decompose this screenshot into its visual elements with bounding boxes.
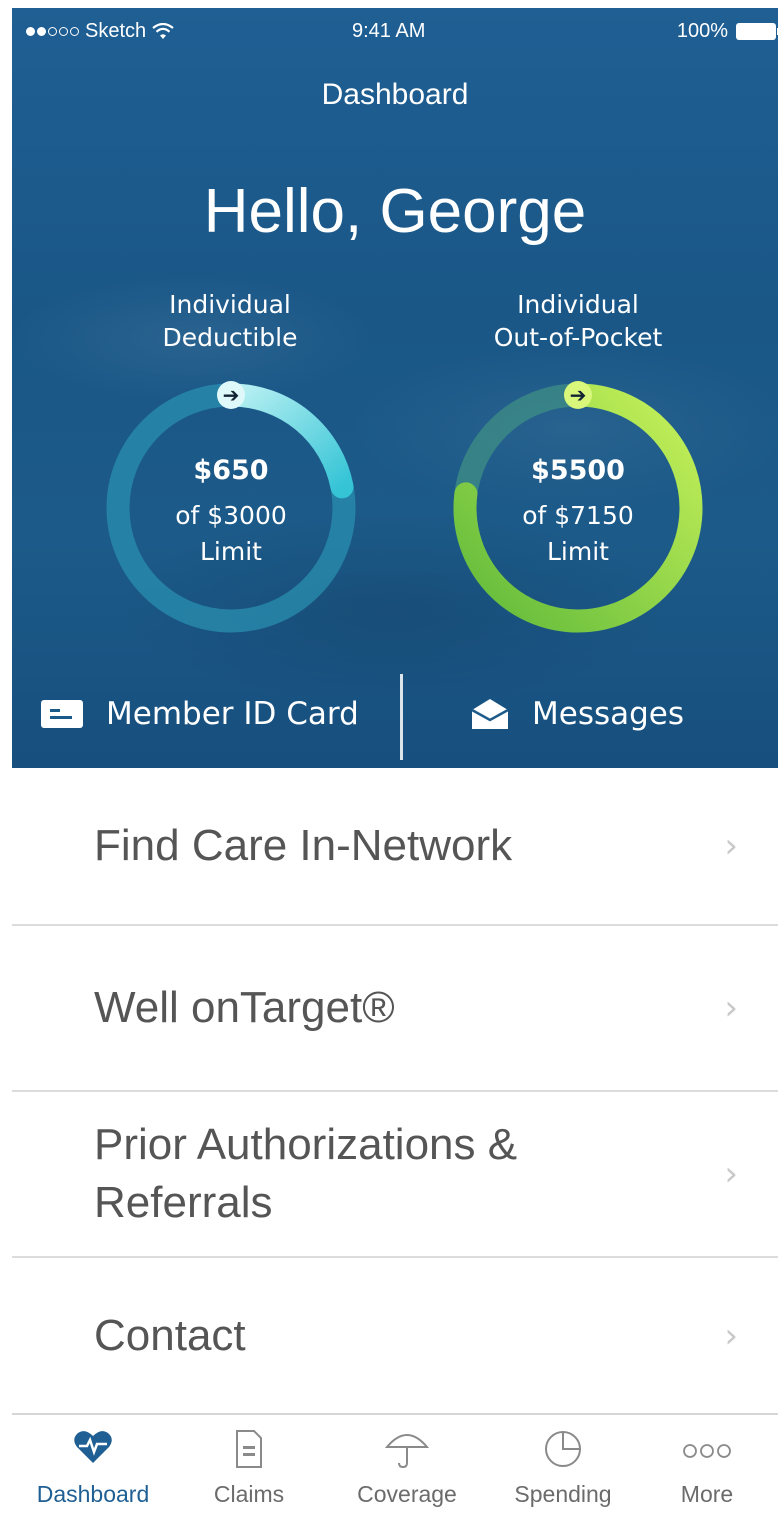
menu-item-label: Prior Authorizations & Referrals — [94, 1116, 517, 1232]
oop-label-line1: Individual — [517, 290, 639, 319]
document-icon — [236, 1430, 262, 1468]
dashboard-menu: Find Care In-Network › Well onTarget® › … — [12, 768, 778, 1413]
menu-item-well-ontarget[interactable]: Well onTarget® › — [12, 926, 778, 1092]
arrow-right-icon: ➔ — [223, 383, 240, 407]
oop-of-limit: of $7150 — [522, 501, 634, 530]
tab-label: More — [680, 1481, 734, 1507]
umbrella-icon — [385, 1434, 429, 1469]
pie-chart-icon — [545, 1431, 581, 1467]
tab-dashboard[interactable]: Dashboard — [18, 1415, 168, 1517]
messages-button[interactable]: Messages — [470, 660, 684, 768]
deductible-gauge[interactable]: ➔ $650 of $3000 Limit — [96, 373, 366, 643]
wifi-icon — [152, 22, 174, 39]
tab-label: Claims — [213, 1481, 285, 1507]
oop-limit-word: Limit — [547, 537, 609, 566]
status-carrier: Sketch — [26, 20, 174, 43]
menu-item-contact[interactable]: Contact › — [12, 1258, 778, 1413]
dashboard-hero: Sketch 9:41 AM 100% Dashboard Hello, Geo… — [12, 8, 778, 768]
arrow-right-icon: ➔ — [570, 383, 587, 407]
status-bar: Sketch 9:41 AM 100% — [12, 8, 778, 56]
oop-label: Individual Out-of-Pocket — [448, 288, 708, 354]
more-dots-icon — [683, 1444, 731, 1458]
chevron-right-icon: › — [724, 1315, 738, 1356]
menu-item-label-line1: Prior Authorizations & — [94, 1120, 518, 1169]
tab-coverage[interactable]: Coverage — [332, 1415, 482, 1517]
menu-item-prior-authorizations[interactable]: Prior Authorizations & Referrals › — [12, 1092, 778, 1258]
envelope-open-icon — [471, 699, 509, 729]
menu-item-find-care[interactable]: Find Care In-Network › — [12, 768, 778, 926]
chevron-right-icon: › — [724, 826, 738, 866]
tab-bar: Dashboard Claims Coverage Spending More — [12, 1413, 778, 1517]
menu-item-label-line2: Referrals — [94, 1178, 273, 1227]
menu-item-label: Find Care In-Network — [94, 821, 513, 870]
deductible-label-line1: Individual — [169, 290, 291, 319]
tab-label: Spending — [514, 1481, 612, 1507]
member-id-card-label: Member ID Card — [106, 696, 359, 732]
member-id-card-button[interactable]: Member ID Card — [40, 660, 359, 768]
page-title: Dashboard — [321, 78, 469, 111]
chevron-right-icon: › — [724, 988, 738, 1028]
id-card-icon — [41, 700, 83, 728]
deductible-limit-word: Limit — [200, 537, 262, 566]
deductible-label: Individual Deductible — [100, 288, 360, 354]
tab-more[interactable]: More — [632, 1415, 778, 1517]
tab-spending[interactable]: Spending — [488, 1415, 638, 1517]
menu-item-label: Well onTarget® — [94, 983, 395, 1032]
greeting: Hello, George — [203, 177, 587, 246]
battery-icon — [736, 23, 778, 40]
chevron-right-icon: › — [724, 1154, 738, 1194]
deductible-of-limit: of $3000 — [175, 501, 287, 530]
carrier-name: Sketch — [85, 20, 147, 42]
signal-strength-icon — [26, 27, 79, 36]
status-battery: 100% — [676, 20, 778, 43]
messages-label: Messages — [532, 696, 685, 732]
battery-percent: 100% — [676, 20, 728, 42]
quick-actions-divider — [400, 674, 403, 760]
oop-amount: $5500 — [531, 455, 625, 486]
heart-pulse-icon — [74, 1431, 112, 1463]
tab-label: Dashboard — [36, 1481, 150, 1507]
menu-item-label: Contact — [94, 1310, 246, 1360]
deductible-label-line2: Deductible — [162, 323, 298, 352]
status-time: 9:41 AM — [352, 20, 426, 42]
quick-actions-bar: Member ID Card Messages — [12, 660, 778, 768]
oop-label-line2: Out-of-Pocket — [493, 323, 663, 352]
deductible-amount: $650 — [193, 455, 269, 486]
tab-label: Coverage — [357, 1481, 457, 1507]
tab-claims[interactable]: Claims — [174, 1415, 324, 1517]
oop-gauge[interactable]: ➔ $5500 of $7150 Limit — [443, 373, 713, 643]
